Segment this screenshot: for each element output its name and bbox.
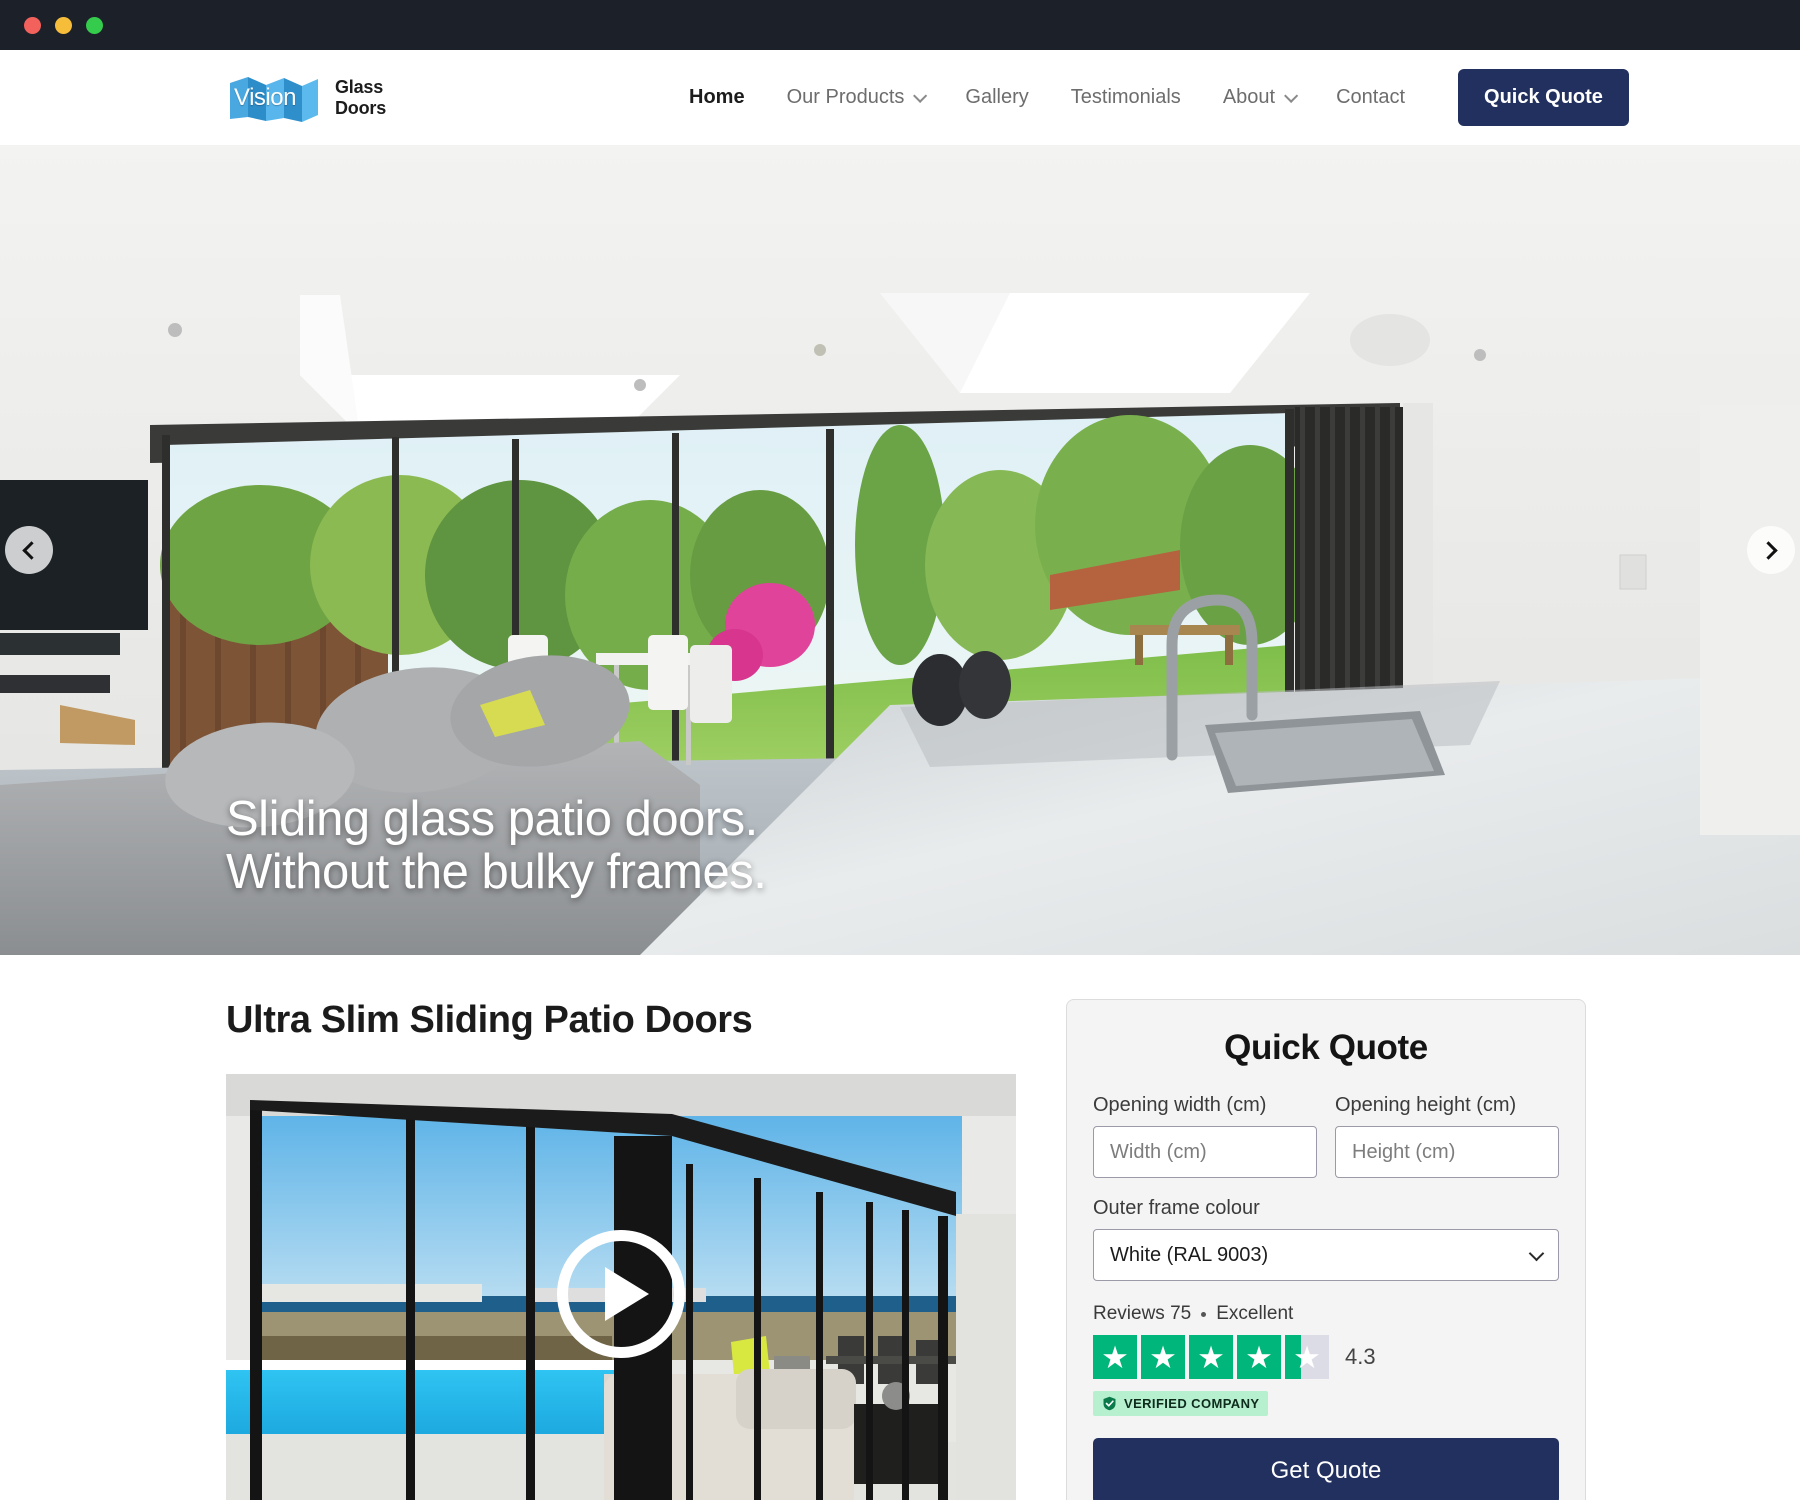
chevron-down-icon <box>1284 88 1299 103</box>
logo-text-block: Glass Doors <box>335 77 386 119</box>
star-icon: ★ <box>1237 1335 1281 1379</box>
window-maximize-button[interactable] <box>86 16 103 34</box>
vision-glass-doors-logo-icon: Vision <box>228 73 326 123</box>
star-icon: ★ <box>1285 1335 1329 1379</box>
nav-label-home: Home <box>689 86 745 108</box>
opening-width-input[interactable] <box>1093 1126 1317 1178</box>
star-rating: ★ ★ ★ ★ ★ 4.3 <box>1093 1335 1559 1379</box>
product-video-player[interactable] <box>226 1074 1016 1500</box>
hero-headline-line1: Sliding glass patio doors. <box>226 792 758 847</box>
window-close-button[interactable] <box>24 16 41 34</box>
opening-width-field: Opening width (cm) <box>1093 1094 1317 1178</box>
opening-height-field: Opening height (cm) <box>1335 1094 1559 1178</box>
site-header: Vision Glass Doors Home Our Products Gal… <box>0 50 1800 145</box>
star-boxes: ★ ★ ★ ★ ★ <box>1093 1335 1329 1379</box>
star-glyph: ★ <box>1149 1339 1177 1375</box>
play-icon[interactable] <box>557 1230 685 1358</box>
nav-item-home[interactable]: Home <box>668 86 766 109</box>
bullet-separator-icon <box>1201 1311 1207 1317</box>
carousel-next-button[interactable] <box>1747 526 1795 574</box>
chevron-left-icon <box>22 540 41 560</box>
window-titlebar <box>0 0 1800 50</box>
nav-label-contact: Contact <box>1336 86 1406 108</box>
hero-headline: Sliding glass patio doors. Without the b… <box>226 792 767 900</box>
quick-quote-panel: Quick Quote Opening width (cm) Opening h… <box>1066 999 1586 1500</box>
star-icon: ★ <box>1093 1335 1137 1379</box>
get-quote-button[interactable]: Get Quote <box>1093 1438 1559 1500</box>
outer-frame-colour-label: Outer frame colour <box>1093 1197 1260 1219</box>
chevron-right-icon <box>1759 540 1778 560</box>
status-badge: VERIFIED COMPANY <box>1093 1391 1269 1416</box>
nav-item-contact[interactable]: Contact <box>1315 86 1426 109</box>
nav-item-testimonials[interactable]: Testimonials <box>1050 86 1202 109</box>
page-title: Ultra Slim Sliding Patio Doors <box>226 999 753 1041</box>
nav-item-about[interactable]: About <box>1202 86 1315 109</box>
reviews-widget: Reviews 75 Excellent ★ ★ ★ ★ ★ 4.3 VERIFIED … <box>1093 1303 1559 1416</box>
star-icon: ★ <box>1189 1335 1233 1379</box>
logo-text-line1: Glass <box>335 76 384 97</box>
star-glyph: ★ <box>1293 1339 1321 1375</box>
logo-text-line2: Doors <box>335 97 387 118</box>
hero-headline-line2: Without the bulky frames. <box>226 845 767 900</box>
nav-label-about: About <box>1222 86 1276 108</box>
play-triangle-icon <box>605 1267 649 1321</box>
star-glyph: ★ <box>1101 1339 1129 1375</box>
chevron-down-icon <box>913 88 928 103</box>
quick-quote-title: Quick Quote <box>1224 1028 1428 1067</box>
outer-frame-colour-field: Outer frame colour White (RAL 9003) <box>1093 1197 1559 1281</box>
reviews-count: Reviews 75 <box>1093 1303 1192 1324</box>
outer-frame-colour-select[interactable]: White (RAL 9003) <box>1093 1229 1559 1281</box>
main-navigation: Home Our Products Gallery Testimonials A… <box>668 69 1629 126</box>
window-minimize-button[interactable] <box>55 16 72 34</box>
star-glyph: ★ <box>1245 1339 1273 1375</box>
opening-height-label: Opening height (cm) <box>1335 1094 1517 1116</box>
opening-height-input[interactable] <box>1335 1126 1559 1178</box>
nav-label-gallery: Gallery <box>965 86 1029 108</box>
site-logo[interactable]: Vision Glass Doors <box>228 73 386 123</box>
quick-quote-header-button[interactable]: Quick Quote <box>1458 69 1629 126</box>
hero-carousel: Sliding glass patio doors. Without the b… <box>0 145 1800 955</box>
reviews-sentiment: Excellent <box>1216 1303 1294 1324</box>
rating-value: 4.3 <box>1345 1344 1376 1369</box>
nav-item-our-products[interactable]: Our Products <box>766 86 945 109</box>
main-content: Ultra Slim Sliding Patio Doors Quick Quo… <box>0 955 1800 1500</box>
carousel-prev-button[interactable] <box>5 526 53 574</box>
reviews-summary: Reviews 75 Excellent <box>1093 1303 1559 1325</box>
star-icon: ★ <box>1141 1335 1185 1379</box>
nav-item-gallery[interactable]: Gallery <box>944 86 1049 109</box>
shield-check-icon <box>1103 1396 1116 1411</box>
nav-label-our-products: Our Products <box>786 86 905 108</box>
opening-width-label: Opening width (cm) <box>1093 1094 1267 1116</box>
nav-label-testimonials: Testimonials <box>1070 86 1181 108</box>
verified-company-label: VERIFIED COMPANY <box>1124 1396 1260 1411</box>
star-glyph: ★ <box>1197 1339 1225 1375</box>
product-column: Ultra Slim Sliding Patio Doors <box>226 999 1016 1500</box>
dimension-fields: Opening width (cm) Opening height (cm) <box>1093 1094 1559 1178</box>
